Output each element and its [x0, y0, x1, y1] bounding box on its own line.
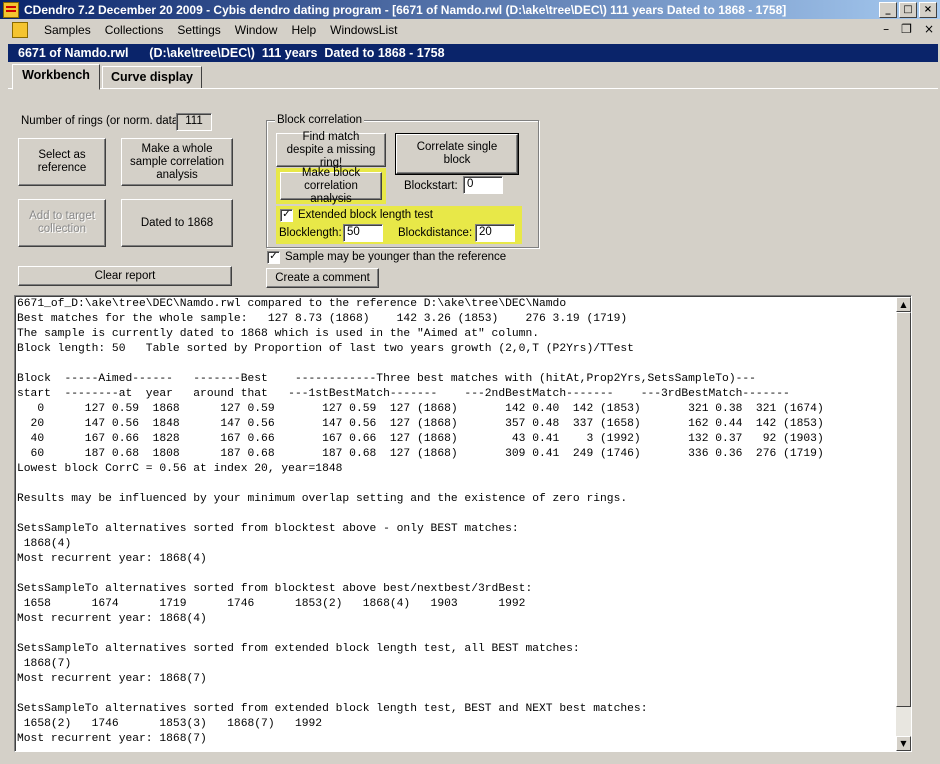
younger-checkbox[interactable]: ✓	[267, 251, 280, 264]
menu-bar: Samples Collections Settings Window Help…	[0, 20, 940, 40]
blockdistance-field[interactable]: 20	[475, 224, 515, 242]
menu-settings[interactable]: Settings	[170, 23, 227, 37]
report-line: 60 187 0.68 1808 187 0.68 187 0.68 127 (…	[17, 448, 824, 460]
report-line: SetsSampleTo alternatives sorted from ex…	[17, 703, 648, 715]
menu-windowslist[interactable]: WindowsList	[323, 23, 404, 37]
blocklength-field[interactable]: 50	[343, 224, 383, 242]
tab-curve-display[interactable]: Curve display	[102, 66, 202, 89]
blockstart-label: Blockstart:	[404, 180, 458, 192]
report-line: Lowest block CorrC = 0.56 at index 20, y…	[17, 463, 343, 475]
report-line: 1868(7)	[17, 658, 72, 670]
mdi-minimize-button[interactable]: –	[883, 22, 889, 36]
blockstart-field[interactable]: 0	[463, 176, 503, 194]
mdi-close-button[interactable]: ×	[924, 22, 934, 36]
extended-test-checkbox[interactable]: ✓	[280, 209, 293, 222]
title-bar: CDendro 7.2 December 20 2009 - Cybis den…	[0, 0, 940, 19]
rings-count-field: 111	[176, 113, 212, 131]
report-line: Most recurrent year: 1868(4)	[17, 613, 207, 625]
report-line: 6671_of_D:\ake\tree\DEC\Namdo.rwl compar…	[17, 298, 567, 310]
dated-to-button[interactable]: Dated to 1868	[121, 199, 233, 247]
rings-label: Number of rings (or norm. data):	[21, 115, 186, 127]
menu-collections[interactable]: Collections	[98, 23, 171, 37]
report-line: 20 147 0.56 1848 147 0.56 147 0.56 127 (…	[17, 418, 824, 430]
scroll-up-icon[interactable]: ▲	[896, 297, 911, 312]
scroll-thumb[interactable]	[896, 312, 911, 707]
create-comment-button[interactable]: Create a comment	[266, 268, 379, 288]
add-to-target-button[interactable]: Add to target collection	[18, 199, 106, 247]
report-line: Best matches for the whole sample: 127 8…	[17, 313, 628, 325]
report-line: Most recurrent year: 1868(4)	[17, 553, 207, 565]
menu-window[interactable]: Window	[228, 23, 285, 37]
report-line: SetsSampleTo alternatives sorted from bl…	[17, 583, 533, 595]
maximize-button[interactable]: □	[899, 1, 917, 18]
clear-report-button[interactable]: Clear report	[18, 266, 232, 286]
report-line: 0 127 0.59 1868 127 0.59 127 0.59 127 (1…	[17, 403, 824, 415]
tab-panel-border	[8, 88, 938, 89]
report-line: 1868(4)	[17, 538, 72, 550]
scroll-down-icon[interactable]: ▼	[896, 736, 911, 751]
menu-samples[interactable]: Samples	[37, 23, 98, 37]
report-line: start --------at year around that ---1st…	[17, 388, 790, 400]
menu-help[interactable]: Help	[284, 23, 323, 37]
report-line: SetsSampleTo alternatives sorted from bl…	[17, 523, 519, 535]
child-window-title: 6671 of Namdo.rwl (D:\ake\tree\DEC\) 111…	[8, 44, 938, 62]
report-text: 6671_of_D:\ake\tree\DEC\Namdo.rwl compar…	[15, 296, 911, 747]
select-reference-button[interactable]: Select as reference	[18, 138, 106, 186]
whole-sample-analysis-button[interactable]: Make a whole sample correlation analysis	[121, 138, 233, 186]
report-scrollbar[interactable]: ▲ ▼	[896, 297, 911, 751]
report-textarea[interactable]: 6671_of_D:\ake\tree\DEC\Namdo.rwl compar…	[14, 295, 912, 752]
report-line: The sample is currently dated to 1868 wh…	[17, 328, 540, 340]
document-icon[interactable]	[12, 22, 28, 38]
app-icon	[3, 1, 19, 18]
report-line: 1658(2) 1746 1853(3) 1868(7) 1992	[17, 718, 323, 730]
younger-label: Sample may be younger than the reference	[285, 251, 507, 263]
blocklength-label: Blocklength:	[279, 227, 342, 239]
report-line: Most recurrent year: 1868(7)	[17, 733, 207, 745]
report-line: 1658 1674 1719 1746 1853(2) 1868(4) 1903…	[17, 598, 526, 610]
report-line: Block length: 50 Table sorted by Proport…	[17, 343, 634, 355]
extended-test-label: Extended block length test	[298, 209, 433, 221]
block-correlation-label: Block correlation	[275, 114, 365, 126]
blockdistance-label: Blockdistance:	[398, 227, 473, 239]
window-title: CDendro 7.2 December 20 2009 - Cybis den…	[24, 2, 787, 17]
report-line: 40 167 0.66 1828 167 0.66 167 0.66 127 (…	[17, 433, 824, 445]
report-line: Results may be influenced by your minimu…	[17, 493, 628, 505]
close-button[interactable]: ×	[919, 1, 937, 18]
correlate-single-block-label: Correlate single block	[416, 141, 498, 166]
report-line: SetsSampleTo alternatives sorted from ex…	[17, 643, 580, 655]
make-block-analysis-button[interactable]: Make block correlation analysis	[280, 167, 382, 205]
mdi-restore-button[interactable]: ❐	[901, 22, 912, 36]
minimize-button[interactable]: _	[879, 1, 897, 18]
report-line: Most recurrent year: 1868(7)	[17, 673, 207, 685]
tab-workbench[interactable]: Workbench	[12, 64, 100, 90]
find-match-button[interactable]: Find match despite a missing ring!	[276, 131, 386, 169]
report-line: Block -----Aimed------ -------Best -----…	[17, 373, 756, 385]
correlate-single-block-button[interactable]: Correlate single block	[396, 134, 518, 174]
